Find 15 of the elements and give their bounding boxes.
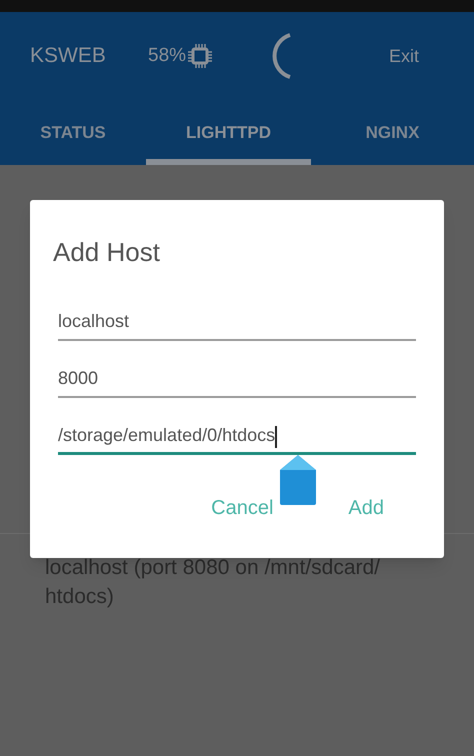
loading-spinner-icon — [271, 31, 294, 81]
app-title: KSWEB — [30, 43, 107, 70]
add-button[interactable]: Add — [348, 493, 384, 523]
tab[interactable]: NGINX — [311, 100, 474, 165]
tab[interactable]: LIGHTTPD — [146, 100, 311, 165]
cpu-usage: 58% — [148, 44, 186, 68]
cancel-button[interactable]: Cancel — [211, 493, 274, 523]
exit-button[interactable]: Exit — [388, 42, 419, 70]
dialog-title: Add Host — [53, 236, 161, 269]
input-field[interactable]: /storage/emulated/0/htdocs — [58, 416, 416, 455]
input-field[interactable]: 8000 — [58, 359, 416, 398]
chip-icon — [187, 42, 214, 70]
tab[interactable]: STATUS — [0, 100, 146, 165]
input-field[interactable]: localhost — [58, 302, 416, 341]
text-handle-icon — [278, 454, 318, 506]
